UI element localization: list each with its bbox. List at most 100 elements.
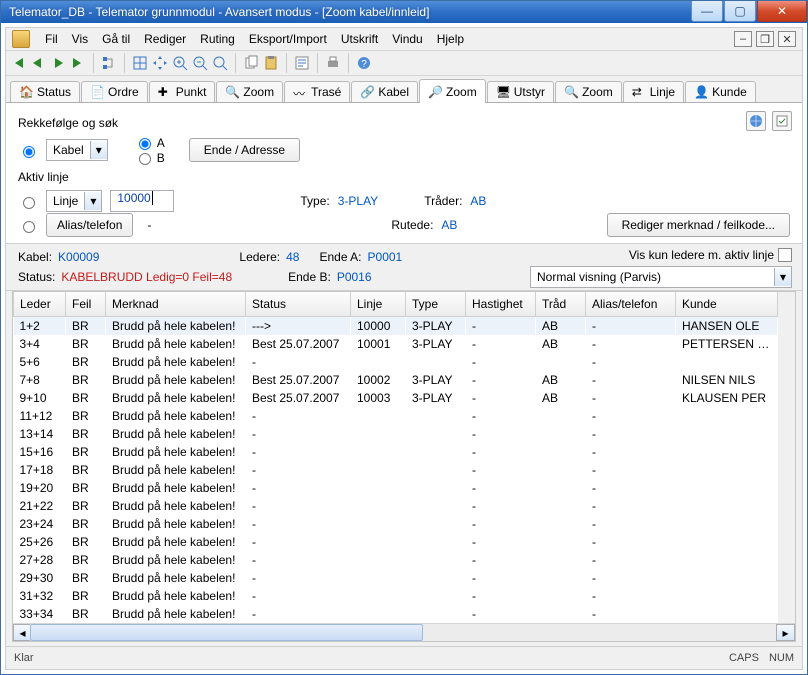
table-row[interactable]: 13+14BRBrudd på hele kabelen!--- xyxy=(14,425,778,443)
grid-icon[interactable] xyxy=(132,55,148,71)
table-row[interactable]: 19+20BRBrudd på hele kabelen!--- xyxy=(14,479,778,497)
next-icon[interactable] xyxy=(50,55,66,71)
close-button[interactable]: ✕ xyxy=(757,1,807,22)
cell-kunde xyxy=(676,461,778,479)
menu-hjelp[interactable]: Hjelp xyxy=(430,30,471,48)
tab-ordre-1[interactable]: 📄Ordre xyxy=(81,81,148,102)
cell-alias: - xyxy=(586,425,676,443)
col-status[interactable]: Status xyxy=(246,292,351,317)
chevron-down-icon[interactable]: ▾ xyxy=(774,268,791,286)
menu-vindu[interactable]: Vindu xyxy=(385,30,429,48)
globe-icon[interactable] xyxy=(746,111,766,131)
tab-trasé-4[interactable]: 〰Trasé xyxy=(284,81,350,102)
tab-icon: 📄 xyxy=(90,85,104,99)
col-trd[interactable]: Tråd xyxy=(536,292,586,317)
tab-zoom-8[interactable]: 🔍Zoom xyxy=(555,81,622,102)
tab-zoom-6[interactable]: 🔎Zoom xyxy=(419,79,486,102)
viskun-checkbox[interactable] xyxy=(778,248,792,262)
zoom-out-icon[interactable] xyxy=(192,55,208,71)
tab-status-0[interactable]: 🏠Status xyxy=(10,81,80,102)
table-row[interactable]: 9+10BRBrudd på hele kabelen!Best 25.07.2… xyxy=(14,389,778,407)
chevron-down-icon[interactable]: ▾ xyxy=(90,141,107,159)
minimize-button[interactable]: — xyxy=(691,1,723,22)
kabel-select[interactable]: Kabel ▾ xyxy=(46,139,108,161)
col-kunde[interactable]: Kunde xyxy=(676,292,778,317)
table-row[interactable]: 7+8BRBrudd på hele kabelen!Best 25.07.20… xyxy=(14,371,778,389)
menu-vis[interactable]: Vis xyxy=(65,30,95,48)
checklist-icon[interactable] xyxy=(772,111,792,131)
cell-feil: BR xyxy=(66,389,106,407)
alias-button[interactable]: Alias/telefon xyxy=(46,213,133,237)
menu-utskrift[interactable]: Utskrift xyxy=(334,30,385,48)
table-row[interactable]: 3+4BRBrudd på hele kabelen!Best 25.07.20… xyxy=(14,335,778,353)
first-icon[interactable] xyxy=(10,55,26,71)
prev-icon[interactable] xyxy=(30,55,46,71)
horizontal-scrollbar[interactable]: ◂ ▸ xyxy=(13,623,795,641)
menu-eksportimport[interactable]: Eksport/Import xyxy=(242,30,334,48)
visning-combo[interactable]: Normal visning (Parvis) ▾ xyxy=(530,266,792,288)
maximize-button[interactable]: ▢ xyxy=(724,1,756,22)
table-row[interactable]: 25+26BRBrudd på hele kabelen!--- xyxy=(14,533,778,551)
tab-kabel-5[interactable]: 🔗Kabel xyxy=(351,81,418,102)
table-row[interactable]: 23+24BRBrudd på hele kabelen!--- xyxy=(14,515,778,533)
radio-b[interactable] xyxy=(139,153,151,165)
help-icon[interactable]: ? xyxy=(356,55,372,71)
tab-punkt-2[interactable]: ✚Punkt xyxy=(149,81,216,102)
cell-leder: 25+26 xyxy=(14,533,66,551)
col-type[interactable]: Type xyxy=(406,292,466,317)
table-row[interactable]: 1+2BRBrudd på hele kabelen!--->100003-PL… xyxy=(14,317,778,336)
tab-linje-9[interactable]: ⇄Linje xyxy=(623,81,684,102)
table-row[interactable]: 15+16BRBrudd på hele kabelen!--- xyxy=(14,443,778,461)
zoom-in-icon[interactable] xyxy=(172,55,188,71)
col-feil[interactable]: Feil xyxy=(66,292,106,317)
status-k-label: Status: xyxy=(18,270,55,284)
table-row[interactable]: 5+6BRBrudd på hele kabelen!--- xyxy=(14,353,778,371)
print-icon[interactable] xyxy=(325,55,341,71)
radio-a[interactable] xyxy=(139,138,151,150)
last-icon[interactable] xyxy=(70,55,86,71)
table-row[interactable]: 21+22BRBrudd på hele kabelen!--- xyxy=(14,497,778,515)
table-row[interactable]: 17+18BRBrudd på hele kabelen!--- xyxy=(14,461,778,479)
mdi-minimize-button[interactable]: – xyxy=(734,31,752,47)
menu-ruting[interactable]: Ruting xyxy=(193,30,242,48)
ende-adresse-button[interactable]: Ende / Adresse xyxy=(189,138,300,162)
col-leder[interactable]: Leder xyxy=(14,292,66,317)
alias-radio[interactable] xyxy=(23,221,35,233)
table-row[interactable]: 27+28BRBrudd på hele kabelen!--- xyxy=(14,551,778,569)
mdi-close-button[interactable]: ✕ xyxy=(778,31,796,47)
linje-select[interactable]: Linje ▾ xyxy=(46,190,102,212)
paste-icon[interactable] xyxy=(263,55,279,71)
linje-input[interactable]: 10000 xyxy=(110,190,174,212)
col-aliastelefon[interactable]: Alias/telefon xyxy=(586,292,676,317)
titlebar[interactable]: Telemator_DB - Telemator grunnmodul - Av… xyxy=(1,1,807,23)
table-row[interactable]: 11+12BRBrudd på hele kabelen!--- xyxy=(14,407,778,425)
chevron-down-icon[interactable]: ▾ xyxy=(84,192,101,210)
cell-trad xyxy=(536,515,586,533)
tree-icon[interactable] xyxy=(101,55,117,71)
tab-utstyr-7[interactable]: 🖥Utstyr xyxy=(487,81,554,102)
move-icon[interactable] xyxy=(152,55,168,71)
menu-fil[interactable]: Fil xyxy=(38,30,65,48)
menu-rediger[interactable]: Rediger xyxy=(137,30,193,48)
menu-gtil[interactable]: Gå til xyxy=(95,30,137,48)
table-row[interactable]: 29+30BRBrudd på hele kabelen!--- xyxy=(14,569,778,587)
col-merknad[interactable]: Merknad xyxy=(106,292,246,317)
col-hastighet[interactable]: Hastighet xyxy=(466,292,536,317)
table-row[interactable]: 33+34BRBrudd på hele kabelen!--- xyxy=(14,605,778,623)
cell-alias: - xyxy=(586,353,676,371)
col-linje[interactable]: Linje xyxy=(351,292,406,317)
zoom-fit-icon[interactable] xyxy=(212,55,228,71)
rediger-merknad-button[interactable]: Rediger merknad / feilkode... xyxy=(607,213,790,237)
tab-icon: 🔍 xyxy=(564,85,578,99)
tab-zoom-3[interactable]: 🔍Zoom xyxy=(216,81,283,102)
cell-hastighet: - xyxy=(466,497,536,515)
vertical-scrollbar[interactable] xyxy=(778,292,795,623)
linje-radio[interactable] xyxy=(23,197,35,209)
form-icon[interactable] xyxy=(294,55,310,71)
mdi-restore-button[interactable]: ❐ xyxy=(756,31,774,47)
tab-kunde-10[interactable]: 👤Kunde xyxy=(685,81,756,102)
scroll-right-icon[interactable]: ▸ xyxy=(776,624,795,641)
kabel-radio[interactable] xyxy=(23,146,35,158)
copy-icon[interactable] xyxy=(243,55,259,71)
table-row[interactable]: 31+32BRBrudd på hele kabelen!--- xyxy=(14,587,778,605)
